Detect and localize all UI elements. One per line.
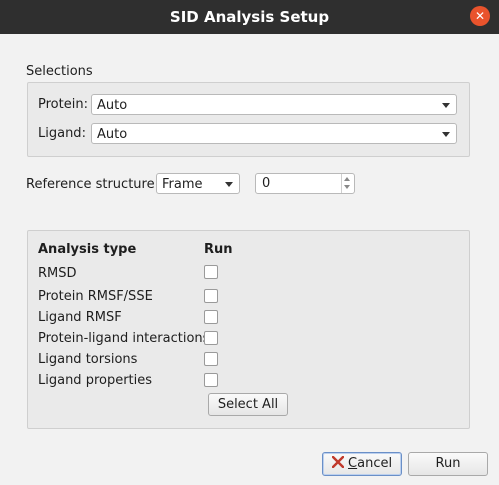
cancel-mnemonic: C	[348, 456, 358, 471]
cancel-icon	[331, 455, 345, 469]
analysis-item-label: RMSD	[38, 266, 77, 281]
selections-title: Selections	[26, 64, 93, 79]
select-all-label: Select All	[217, 397, 279, 412]
analysis-group: Analysis type Run RMSD Protein RMSF/SSE …	[27, 230, 470, 429]
cancel-label-rest: ancel	[357, 456, 393, 471]
reference-label: Reference structure:	[26, 177, 159, 192]
cancel-label: Cancel	[348, 456, 392, 471]
analysis-item-label: Ligand RMSF	[38, 310, 122, 325]
ligand-select-value: Auto	[97, 127, 128, 142]
protein-select-value: Auto	[97, 98, 128, 113]
analysis-item-label: Ligand properties	[38, 373, 153, 388]
frame-spinbox[interactable]: 0	[255, 173, 355, 194]
chevron-down-icon	[442, 132, 450, 137]
protein-select[interactable]: Auto	[91, 94, 457, 115]
run-label: Run	[435, 456, 461, 471]
protein-rmsf-sse-checkbox[interactable]	[204, 289, 218, 303]
close-button[interactable]: ✕	[470, 6, 490, 26]
title-bar: SID Analysis Setup ✕	[0, 0, 499, 34]
ligand-rmsf-checkbox[interactable]	[204, 310, 218, 324]
spin-down-icon[interactable]	[344, 185, 350, 189]
cancel-button[interactable]: Cancel	[322, 452, 402, 476]
run-button[interactable]: Run	[408, 452, 488, 476]
analysis-item-label: Protein RMSF/SSE	[38, 289, 153, 304]
frame-value: 0	[262, 176, 271, 191]
chevron-down-icon	[442, 103, 450, 108]
protein-label: Protein:	[38, 97, 88, 112]
window-title: SID Analysis Setup	[169, 8, 330, 26]
analysis-item-label: Ligand torsions	[38, 352, 138, 367]
reference-mode-select[interactable]: Frame	[156, 173, 240, 194]
spin-up-icon[interactable]	[344, 177, 350, 181]
ligand-properties-checkbox[interactable]	[204, 373, 218, 387]
ligand-torsions-checkbox[interactable]	[204, 352, 218, 366]
ligand-select[interactable]: Auto	[91, 123, 457, 144]
rmsd-checkbox[interactable]	[204, 265, 218, 279]
chevron-down-icon	[225, 182, 233, 187]
analysis-type-header: Analysis type	[38, 242, 137, 257]
protein-ligand-interactions-checkbox[interactable]	[204, 331, 218, 345]
selections-group: Protein: Auto Ligand: Auto	[27, 82, 470, 157]
select-all-button[interactable]: Select All	[208, 393, 288, 416]
ligand-label: Ligand:	[38, 126, 86, 141]
run-header: Run	[204, 242, 233, 257]
spin-buttons	[341, 174, 354, 193]
dialog-body: Selections Protein: Auto Ligand: Auto Re…	[0, 34, 499, 485]
close-icon: ✕	[474, 9, 486, 23]
analysis-item-label: Protein-ligand interactions	[38, 331, 210, 346]
reference-mode-value: Frame	[162, 177, 203, 192]
